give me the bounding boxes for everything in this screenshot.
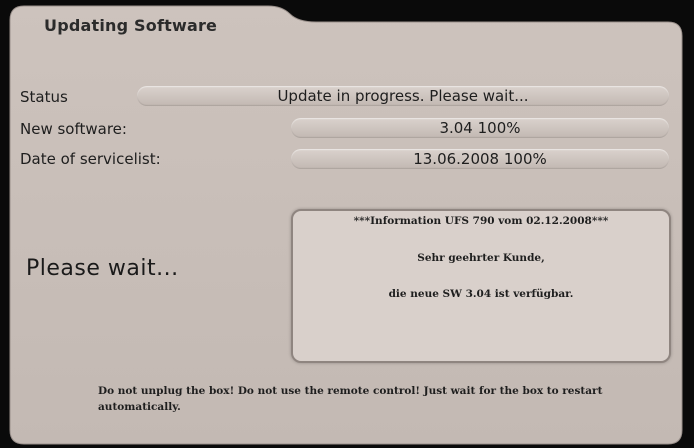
new-software-version: 3.04 — [439, 119, 473, 137]
new-software-percent: 100% — [477, 119, 521, 137]
new-software-label: New software: — [20, 120, 127, 138]
info-message: die neue SW 3.04 ist verfügbar. — [388, 288, 574, 300]
dialog-title: Updating Software — [44, 16, 218, 35]
status-label: Status — [20, 88, 68, 106]
info-greeting: Sehr geehrter Kunde, — [417, 252, 545, 264]
servicelist-percent: 100% — [503, 150, 547, 168]
servicelist-label: Date of servicelist: — [20, 150, 161, 168]
screen: Updating Software Status Update in progr… — [0, 0, 694, 448]
status-value: Update in progress. Please wait... — [277, 87, 529, 105]
info-box: ***Information UFS 790 vom 02.12.2008***… — [291, 209, 671, 363]
warning-text: Do not unplug the box! Do not use the re… — [98, 385, 603, 413]
status-field: Update in progress. Please wait... — [137, 86, 669, 106]
new-software-progress: 3.04 100% — [291, 118, 669, 138]
info-header: ***Information UFS 790 vom 02.12.2008*** — [353, 215, 609, 227]
please-wait-text: Please wait... — [26, 256, 179, 281]
servicelist-progress: 13.06.2008 100% — [291, 149, 669, 169]
servicelist-date: 13.06.2008 — [413, 150, 500, 168]
